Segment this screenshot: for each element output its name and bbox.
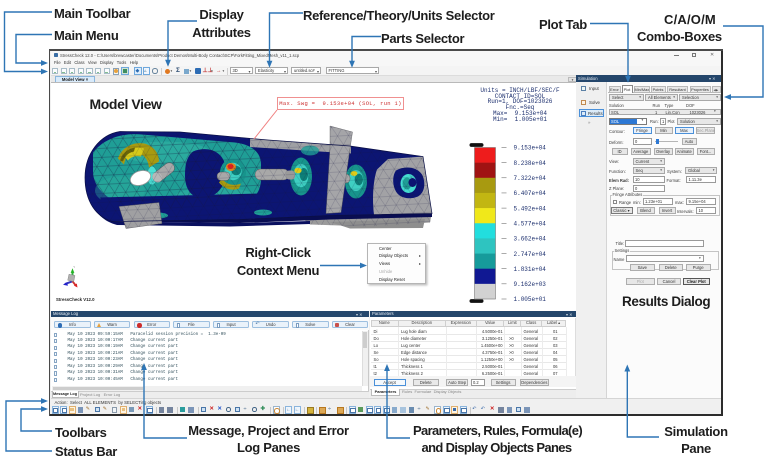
svg-text:8.238e+04: 8.238e+04: [514, 159, 547, 166]
svg-text:Y: Y: [73, 265, 75, 269]
svg-text:1.831e+04: 1.831e+04: [514, 265, 547, 272]
svg-text:5.492e+04: 5.492e+04: [514, 205, 547, 212]
svg-text:7.322e+04: 7.322e+04: [514, 175, 547, 182]
svg-text:9.153e+04: 9.153e+04: [514, 144, 547, 151]
svg-text:1.005e+01: 1.005e+01: [514, 296, 547, 303]
svg-text:9.162e+03: 9.162e+03: [514, 281, 547, 288]
svg-text:4.577e+04: 4.577e+04: [514, 220, 547, 227]
svg-text:6.407e+04: 6.407e+04: [514, 190, 547, 197]
svg-text:3.662e+04: 3.662e+04: [514, 235, 547, 242]
svg-text:2.747e+04: 2.747e+04: [514, 250, 547, 257]
